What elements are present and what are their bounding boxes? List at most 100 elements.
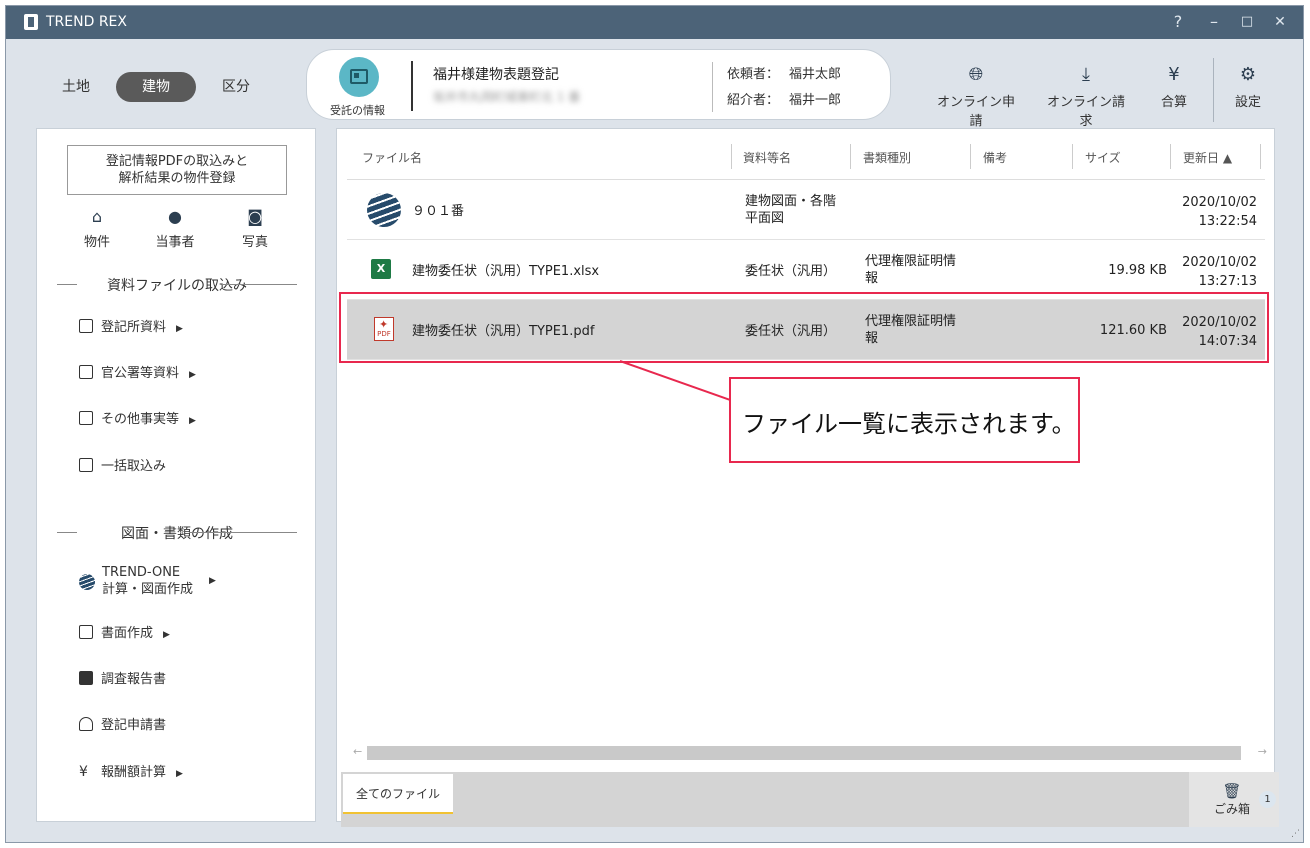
trash-button[interactable]: 🗑︎ ごみ箱: [1214, 782, 1250, 817]
tab-unit[interactable]: 区分: [216, 72, 256, 102]
report-icon: [79, 671, 93, 685]
column-separator: [970, 144, 971, 169]
menu-fee-calculation[interactable]: ¥ 報酬額計算 ▶: [79, 761, 183, 783]
column-separator: [1260, 144, 1261, 169]
case-info-button[interactable]: [339, 57, 379, 97]
file-name: 建物委任状（汎用）TYPE1.xlsx: [412, 264, 600, 279]
person-icon: ●: [168, 207, 182, 226]
case-info-panel: 受託の情報 福井様建物表題登記 坂井市丸岡町城東町北 1 番 依頼者： 福井太郎 …: [306, 49, 891, 120]
caret-right-icon: ▶: [176, 769, 183, 779]
import-file-icon: [79, 365, 93, 379]
menu-registry-materials[interactable]: 登記所資料 ▶: [79, 317, 183, 339]
help-button[interactable]: ?: [1166, 12, 1190, 31]
quick-property[interactable]: ⌂ 物件: [67, 206, 127, 250]
table-row[interactable]: ９０１番 建物図面・各階 平面図 2020/10/02 13:22:54: [347, 180, 1265, 240]
settings-button[interactable]: ⚙ 設定: [1226, 64, 1270, 110]
column-document[interactable]: 資料等名: [743, 149, 791, 166]
import-file-icon: [79, 319, 93, 333]
resize-grip-icon[interactable]: ⋰: [1291, 829, 1300, 839]
app-logo-icon: [24, 14, 38, 30]
file-document: 委任状（汎用）: [745, 264, 837, 279]
file-updated: 2020/10/02 13:22:54: [1182, 193, 1257, 231]
total-label: 合算: [1160, 95, 1187, 110]
camera-icon: ◙: [247, 207, 263, 226]
trend-one-icon: [367, 193, 401, 227]
id-card-icon: [350, 69, 368, 84]
callout-text: ファイル一覧に表示されます。: [742, 410, 1076, 438]
excel-icon: X: [371, 259, 391, 279]
table-row[interactable]: X 建物委任状（汎用）TYPE1.xlsx 委任状（汎用） 代理権限証明情 報 …: [347, 240, 1265, 300]
yen-icon: ¥: [1168, 64, 1180, 85]
requester-value: 福井太郎: [789, 67, 842, 82]
trash-area: 🗑︎ ごみ箱 1: [1189, 772, 1279, 827]
file-list-panel: ファイル名 資料等名 書類種別 備考 サイズ 更新日 ▲ ９０１番 建物図面・各…: [336, 128, 1275, 822]
menu-registration-application[interactable]: 登記申請書: [79, 715, 166, 737]
tab-building[interactable]: 建物: [116, 72, 196, 102]
section-create-title: 図面・書類の作成: [121, 526, 233, 542]
column-updated[interactable]: 更新日 ▲: [1183, 149, 1232, 166]
section-import-title: 資料ファイルの取込み: [107, 278, 247, 294]
menu-bulk-import-label: 一括取込み: [101, 459, 167, 474]
online-apply-label: オンライン申請: [936, 95, 1015, 129]
caret-right-icon: ▶: [189, 370, 196, 380]
section-import-header: 資料ファイルの取込み: [57, 275, 297, 295]
import-registry-pdf-button[interactable]: 登記情報PDFの取込みと 解析結果の物件登録: [67, 145, 287, 195]
total-button[interactable]: ¥ 合算: [1150, 64, 1198, 110]
settings-label: 設定: [1234, 95, 1261, 110]
maximize-button[interactable]: □: [1235, 14, 1259, 29]
menu-fee-calculation-label: 報酬額計算: [101, 765, 167, 780]
gear-icon: ⚙: [1239, 64, 1257, 85]
case-info-label: 受託の情報: [330, 104, 385, 117]
file-document: 建物図面・各階 平面図: [745, 194, 837, 226]
menu-survey-report[interactable]: 調査報告書: [79, 669, 166, 691]
section-create-header: 図面・書類の作成: [57, 523, 297, 543]
menu-trend-one-label2: 計算・図面作成: [102, 582, 194, 597]
scroll-left-icon[interactable]: ←: [353, 745, 362, 758]
close-button[interactable]: ✕: [1268, 14, 1292, 30]
globe-icon: 🌐︎: [968, 64, 984, 85]
column-separator: [850, 144, 851, 169]
horizontal-scrollbar[interactable]: ← →: [351, 744, 1269, 762]
caret-right-icon: ▶: [176, 324, 183, 334]
import-registry-pdf-label: 登記情報PDFの取込みと 解析結果の物件登録: [105, 154, 249, 186]
quick-photo[interactable]: ◙ 写真: [225, 206, 285, 250]
case-address: 坂井市丸岡町城東町北 1 番: [433, 90, 581, 104]
trash-icon: 🗑︎: [1222, 782, 1242, 800]
minimize-button[interactable]: –: [1202, 12, 1226, 31]
online-request-button[interactable]: ⤓ オンライン請求: [1041, 64, 1131, 129]
column-separator: [1170, 144, 1171, 169]
menu-document-create-label: 書面作成: [101, 626, 154, 641]
tab-land[interactable]: 土地: [56, 72, 96, 102]
column-doc-type[interactable]: 書類種別: [863, 149, 911, 166]
download-icon: ⤓: [1082, 64, 1090, 85]
online-apply-button[interactable]: 🌐︎ オンライン申請: [931, 64, 1021, 129]
home-icon: ⌂: [91, 207, 103, 226]
menu-other-facts[interactable]: その他事実等 ▶: [79, 409, 196, 431]
online-request-label: オンライン請求: [1046, 95, 1125, 129]
column-filename[interactable]: ファイル名: [362, 149, 422, 166]
caret-right-icon: ▶: [163, 630, 170, 640]
scroll-right-icon[interactable]: →: [1258, 745, 1267, 758]
trend-one-icon: [79, 574, 95, 590]
quick-property-label: 物件: [83, 235, 110, 250]
menu-bulk-import[interactable]: 一括取込み: [79, 456, 166, 478]
app-title: TREND REX: [46, 14, 127, 30]
file-date: 2020/10/02: [1182, 195, 1257, 210]
menu-government-materials[interactable]: 官公署等資料 ▶: [79, 363, 196, 385]
column-size[interactable]: サイズ: [1085, 149, 1121, 166]
scrollbar-thumb[interactable]: [367, 746, 1241, 760]
column-note[interactable]: 備考: [983, 149, 1007, 166]
column-separator: [731, 144, 732, 169]
introducer-row: 紹介者： 福井一郎: [727, 89, 841, 108]
app-window: TREND REX ? – □ ✕ 土地 建物 区分 受託の情報 福井様建物表題…: [5, 5, 1304, 843]
file-date: 2020/10/02: [1182, 255, 1257, 270]
applicant-icon: [79, 717, 93, 731]
introducer-label: 紹介者：: [727, 93, 780, 108]
tab-all-files[interactable]: 全てのファイル: [343, 774, 453, 814]
quick-party[interactable]: ● 当事者: [145, 206, 205, 250]
trash-label: ごみ箱: [1214, 802, 1251, 816]
quick-party-label: 当事者: [155, 235, 195, 250]
introducer-value: 福井一郎: [789, 93, 842, 108]
titlebar: TREND REX ? – □ ✕: [6, 6, 1303, 39]
menu-document-create[interactable]: 書面作成 ▶: [79, 623, 170, 645]
